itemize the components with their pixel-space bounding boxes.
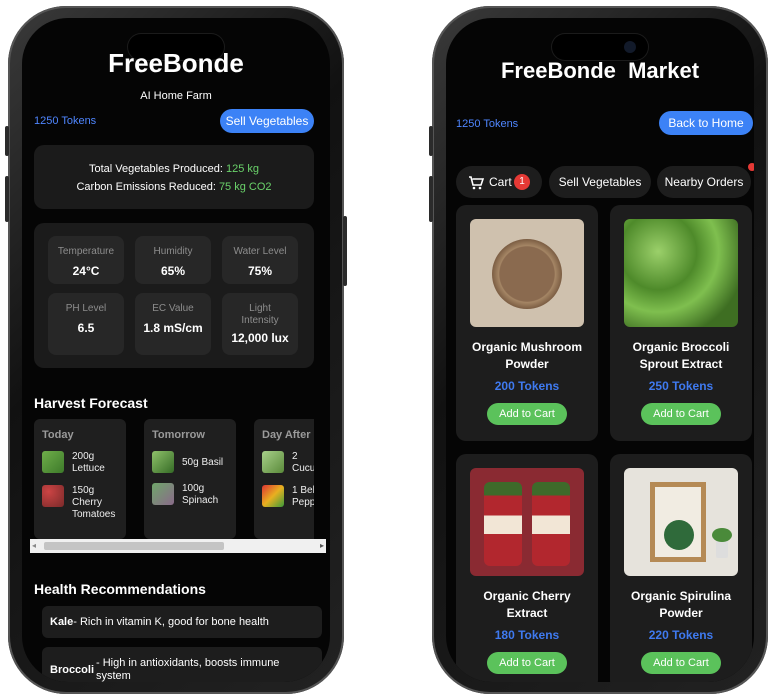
product-card: Organic Cherry Extract 180 Tokens Add to… <box>456 454 598 682</box>
recommendation-item: Kale- Rich in vitamin K, good for bone h… <box>42 606 322 638</box>
notification-dot <box>748 163 754 171</box>
scroll-right-icon[interactable]: ▸ <box>320 542 324 550</box>
produced-value: 125 kg <box>225 163 259 175</box>
tab-nearby-orders[interactable]: Nearby Orders <box>657 166 751 198</box>
product-name: Organic Broccoli Sprout Extract <box>632 340 730 371</box>
sensor-grid: Temperature 24°C Humidity 65% Water Leve… <box>34 223 314 368</box>
produced-stat: Total Vegetables Produced: 125 kg <box>88 163 259 175</box>
sensor-water-level: Water Level 75% <box>222 236 298 284</box>
cherry-extract-image <box>470 468 584 576</box>
app-title: FreeBonde <box>108 48 244 78</box>
recommendation-item: Broccoli - High in antioxidants, boosts … <box>42 647 322 682</box>
phone-farm: FreeBonde AI Home Farm 1250 Tokens Sell … <box>5 6 347 694</box>
forecast-card-tomorrow: Tomorrow 50g Basil 100g Spinach <box>144 419 236 539</box>
dynamic-island <box>552 34 648 60</box>
horizontal-scrollbar[interactable]: ◂ ▸ <box>30 539 326 553</box>
product-price: 220 Tokens <box>648 628 714 642</box>
product-price: 250 Tokens <box>648 379 714 393</box>
farm-screen: FreeBonde AI Home Farm 1250 Tokens Sell … <box>22 18 330 682</box>
lettuce-thumbnail <box>42 451 64 473</box>
forecast-card-day-after: Day After 2 Cucum 1 Bell Pepper <box>254 419 314 539</box>
forecast-card-today: Today 200g Lettuce 150g Cherry Tomatoes <box>34 419 126 539</box>
sensor-ec-value: EC Value 1.8 mS/cm <box>135 293 211 355</box>
app-subtitle: AI Home Farm <box>140 90 212 102</box>
side-button <box>343 216 347 286</box>
add-to-cart-button[interactable]: Add to Cart <box>641 652 721 674</box>
side-button <box>5 176 9 222</box>
market-title: FreeBonde Market <box>500 58 700 83</box>
harvest-forecast-title: Harvest Forecast <box>34 395 148 411</box>
phone-market: FreeBonde Market 1250 Tokens Back to Hom… <box>429 6 768 694</box>
health-recommendations-title: Health Recommendations <box>34 581 206 597</box>
basil-thumbnail <box>152 451 174 473</box>
product-name: Organic Mushroom Powder <box>471 340 582 371</box>
sensor-light-intensity: Light Intensity 12,000 lux <box>222 293 298 355</box>
product-card: Organic Mushroom Powder 200 Tokens Add t… <box>456 205 598 441</box>
sensor-humidity: Humidity 65% <box>135 236 211 284</box>
cart-tab[interactable]: Cart 1 <box>456 166 542 198</box>
camera-icon <box>624 41 636 53</box>
sensor-temperature: Temperature 24°C <box>48 236 124 284</box>
add-to-cart-button[interactable]: Add to Cart <box>487 652 567 674</box>
token-balance: 1250 Tokens <box>34 115 97 127</box>
cart-icon <box>468 166 485 198</box>
cart-count-badge: 1 <box>514 174 530 190</box>
product-card: Organic Spirulina Powder 220 Tokens Add … <box>610 454 752 682</box>
recommendation-name: Broccoli <box>50 664 95 676</box>
scrollbar-thumb[interactable] <box>44 542 224 550</box>
product-price: 180 Tokens <box>494 628 560 642</box>
spinach-thumbnail <box>152 483 174 505</box>
production-stats-card: Total Vegetables Produced: 125 kg Carbon… <box>34 145 314 209</box>
sensor-ph-level: PH Level 6.5 <box>48 293 124 355</box>
spirulina-powder-image <box>624 468 738 576</box>
add-to-cart-button[interactable]: Add to Cart <box>487 403 567 425</box>
token-balance: 1250 Tokens <box>456 118 519 130</box>
back-to-home-button[interactable]: Back to Home <box>659 111 753 135</box>
product-name: Organic Cherry Extract <box>483 589 571 620</box>
cucumber-thumbnail <box>262 451 284 473</box>
scroll-left-icon[interactable]: ◂ <box>32 542 36 550</box>
cart-label: Cart <box>489 175 512 189</box>
mushroom-powder-image <box>470 219 584 327</box>
add-to-cart-button[interactable]: Add to Cart <box>641 403 721 425</box>
market-screen: FreeBonde Market 1250 Tokens Back to Hom… <box>446 18 754 682</box>
broccoli-sprout-image <box>624 219 738 327</box>
recommendation-name: Kale <box>50 616 74 628</box>
forecast-scroller[interactable]: Today 200g Lettuce 150g Cherry Tomatoes … <box>34 419 314 539</box>
cherry-tomatoes-thumbnail <box>42 485 64 507</box>
product-price: 200 Tokens <box>494 379 560 393</box>
emissions-stat: Carbon Emissions Reduced: 75 kg CO2 <box>76 181 272 193</box>
side-button <box>5 126 9 156</box>
tab-sell-vegetables[interactable]: Sell Vegetables <box>549 166 651 198</box>
side-button <box>429 126 433 156</box>
product-name: Organic Spirulina Powder <box>630 589 732 620</box>
side-button <box>429 176 433 222</box>
emissions-value: 75 kg CO2 <box>218 181 272 193</box>
bell-pepper-thumbnail <box>262 485 284 507</box>
product-card: Organic Broccoli Sprout Extract 250 Toke… <box>610 205 752 441</box>
sell-vegetables-button[interactable]: Sell Vegetables <box>220 109 314 133</box>
